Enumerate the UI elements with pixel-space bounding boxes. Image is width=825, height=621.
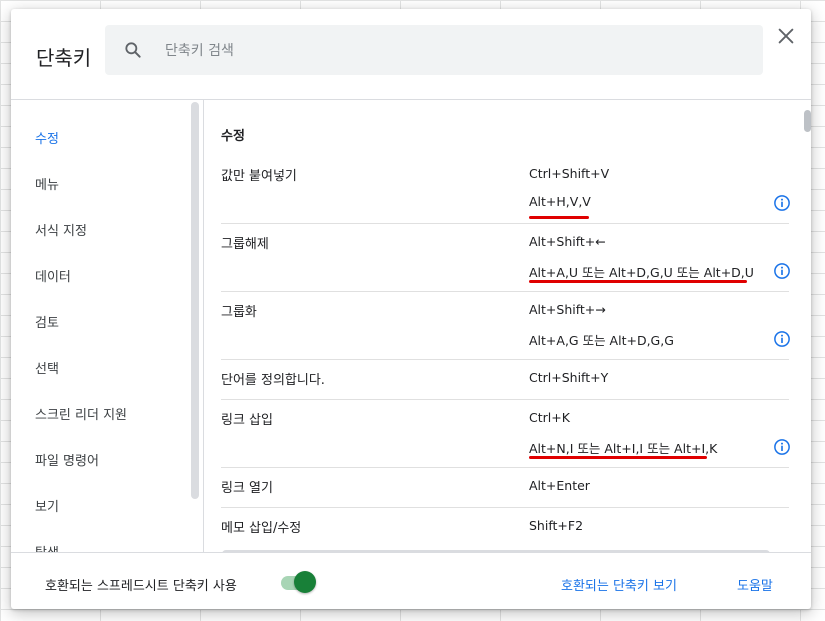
sidebar-item-screen-reader[interactable]: 스크린 리더 지원: [35, 404, 127, 423]
sidebar-item-menus[interactable]: 메뉴: [35, 174, 59, 193]
info-icon[interactable]: [773, 194, 791, 212]
red-underline-annotation: [529, 280, 747, 283]
compat-shortcuts-toggle[interactable]: [281, 571, 317, 593]
shortcut-key: Ctrl+Shift+V: [529, 166, 610, 181]
search-box[interactable]: [105, 25, 763, 77]
shortcut-row: 단어를 정의합니다. Ctrl+Shift+Y: [221, 360, 789, 400]
shortcut-key: Ctrl+K: [529, 410, 570, 425]
dialog-header: 단축키: [11, 9, 811, 100]
shortcut-action: 링크 열기: [221, 481, 273, 496]
sidebar-item-navigation[interactable]: 탐색: [35, 542, 59, 552]
compat-shortcuts-label: 호환되는 스프레드시트 단축키 사용: [45, 579, 237, 594]
shortcut-key: Alt+Shift+→: [529, 302, 606, 317]
section-title: 수정: [221, 129, 245, 144]
toggle-thumb: [294, 571, 316, 593]
category-sidebar: 수정 메뉴 서식 지정 데이터 검토 선택 스크린 리더 지원 파일 명령어 보…: [11, 99, 204, 552]
shortcut-key: Alt+N,I 또는 Alt+I,I 또는 Alt+I,K: [529, 441, 718, 456]
shortcut-row: 그룹해제 Alt+Shift+← Alt+A,U 또는 Alt+D,G,U 또는…: [221, 224, 791, 292]
shortcut-key: Alt+A,G 또는 Alt+D,G,G: [529, 333, 674, 348]
shortcut-action: 링크 삽입: [221, 413, 273, 428]
sidebar-scrollbar[interactable]: [191, 102, 199, 499]
shortcut-row: 그룹화 Alt+Shift+→ Alt+A,G 또는 Alt+D,G,G: [221, 292, 791, 360]
shortcut-key: Shift+F2: [529, 518, 584, 533]
help-link[interactable]: 도움말: [737, 575, 773, 594]
info-icon[interactable]: [773, 438, 791, 456]
shortcut-key: Ctrl+Shift+Y: [529, 370, 609, 385]
shortcut-action: 단어를 정의합니다.: [221, 373, 325, 388]
info-icon[interactable]: [773, 330, 791, 348]
shortcut-action: 값만 붙여넣기: [221, 169, 297, 184]
shortcut-row: 메모 삽입/수정 Shift+F2: [221, 508, 789, 547]
shortcut-key: Alt+A,U 또는 Alt+D,G,U 또는 Alt+D,U: [529, 265, 754, 280]
sidebar-item-view[interactable]: 보기: [35, 496, 59, 515]
vertical-scrollbar[interactable]: [804, 110, 811, 132]
sidebar-item-edit[interactable]: 수정: [35, 128, 59, 147]
shortcut-row: 값만 붙여넣기 Ctrl+Shift+V Alt+H,V,V: [221, 156, 791, 224]
shortcut-row: 링크 삽입 Ctrl+K Alt+N,I 또는 Alt+I,I 또는 Alt+I…: [221, 400, 791, 468]
search-icon: [125, 42, 141, 58]
shortcut-row: 링크 열기 Alt+Enter: [221, 468, 789, 508]
shortcut-action: 그룹해제: [221, 237, 269, 252]
shortcut-key: Alt+Enter: [529, 478, 590, 493]
sidebar-item-formatting[interactable]: 서식 지정: [35, 220, 87, 239]
dialog-footer: 호환되는 스프레드시트 단축키 사용 호환되는 단축키 보기 도움말: [11, 552, 811, 609]
info-icon[interactable]: [773, 262, 791, 280]
sidebar-item-file-commands[interactable]: 파일 명령어: [35, 450, 99, 469]
sidebar-item-selection[interactable]: 선택: [35, 358, 59, 377]
close-icon[interactable]: [775, 25, 797, 47]
sidebar-item-data[interactable]: 데이터: [35, 266, 71, 285]
red-underline-annotation: [529, 456, 707, 459]
shortcut-action: 메모 삽입/수정: [221, 521, 302, 536]
shortcut-action: 그룹화: [221, 305, 257, 320]
view-compat-shortcuts-link[interactable]: 호환되는 단축키 보기: [561, 575, 677, 594]
shortcut-list: 수정 값만 붙여넣기 Ctrl+Shift+V Alt+H,V,V 그룹해제 A…: [204, 99, 811, 552]
shortcuts-dialog: 단축키 수정 메뉴 서식 지정 데이터 검토 선택 스크린 리더 지원 파일 명…: [11, 9, 811, 609]
shortcut-key: Alt+H,V,V: [529, 194, 591, 209]
search-input[interactable]: [163, 25, 747, 77]
sidebar-item-review[interactable]: 검토: [35, 312, 59, 331]
dialog-title: 단축키: [36, 46, 92, 70]
shortcut-key: Alt+Shift+←: [529, 234, 606, 249]
red-underline-annotation: [529, 216, 589, 219]
